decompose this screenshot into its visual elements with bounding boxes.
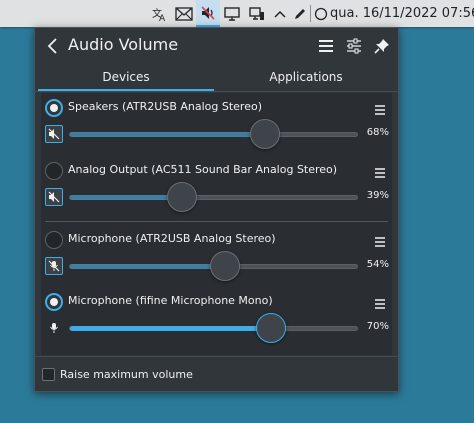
- hamburger-menu-icon[interactable]: [316, 36, 336, 56]
- default-device-radio[interactable]: [45, 162, 63, 180]
- pen-icon[interactable]: [290, 0, 310, 27]
- volume-slider[interactable]: [69, 313, 358, 343]
- device-menu-icon[interactable]: [374, 295, 386, 309]
- mute-button[interactable]: [45, 257, 63, 275]
- device-name: Microphone (ATR2USB Analog Stereo): [68, 232, 276, 245]
- device-row: Analog Output (AC511 Sound Bar Analog St…: [41, 159, 392, 219]
- device-name: Analog Output (AC511 Sound Bar Analog St…: [68, 163, 338, 176]
- default-device-radio[interactable]: [45, 99, 63, 117]
- device-row: Microphone (fifine Microphone Mono) 70%: [41, 290, 392, 350]
- volume-fill: [70, 326, 271, 331]
- back-arrow-icon[interactable]: [43, 36, 63, 56]
- volume-slider-handle[interactable]: [250, 119, 281, 149]
- speaker-muted-icon: [48, 191, 60, 203]
- configure-icon[interactable]: [344, 36, 364, 56]
- display-icon[interactable]: [220, 0, 244, 27]
- volume-slider[interactable]: [69, 119, 358, 149]
- volume-slider[interactable]: [69, 182, 358, 212]
- raise-max-volume-label[interactable]: Raise maximum volume: [60, 368, 193, 381]
- device-row: Speakers (ATR2USB Analog Stereo) 68%: [41, 96, 392, 156]
- raise-max-volume-checkbox[interactable]: [42, 368, 55, 381]
- volume-slider-handle[interactable]: [255, 313, 286, 343]
- microphone-icon: [50, 323, 58, 333]
- volume-slider-handle[interactable]: [166, 182, 197, 212]
- volume-fill: [70, 195, 182, 200]
- mute-button[interactable]: [45, 188, 63, 206]
- speaker-muted-icon[interactable]: [196, 0, 220, 27]
- speaker-muted-icon: [48, 128, 60, 140]
- volume-percent: 39%: [366, 190, 389, 201]
- clock[interactable]: qua. 16/11/2022 07:56: [330, 0, 474, 27]
- section-divider: [45, 221, 388, 222]
- tab-devices[interactable]: Devices: [38, 64, 214, 92]
- mute-button[interactable]: [45, 319, 63, 337]
- device-name: Speakers (ATR2USB Analog Stereo): [68, 100, 263, 113]
- volume-percent: 70%: [366, 321, 389, 332]
- svg-text:A: A: [159, 14, 166, 22]
- volume-slider[interactable]: [69, 251, 358, 281]
- pin-icon[interactable]: [372, 36, 392, 56]
- tray-divider: [310, 5, 311, 22]
- device-list: Speakers (ATR2USB Analog Stereo) 68% Ana…: [41, 93, 392, 355]
- default-device-radio[interactable]: [45, 293, 63, 311]
- device-name: Microphone (fifine Microphone Mono): [68, 294, 273, 307]
- popup-title: Audio Volume: [68, 35, 179, 54]
- default-device-radio[interactable]: [45, 231, 63, 249]
- microphone-muted-icon: [48, 260, 60, 272]
- mail-icon[interactable]: [172, 0, 196, 27]
- volume-percent: 68%: [366, 127, 389, 138]
- top-panel: 文A qua. 16/11/2022 07:56: [0, 0, 474, 27]
- popup-footer: Raise maximum volume: [35, 356, 398, 393]
- volume-percent: 54%: [366, 259, 389, 270]
- network-icon[interactable]: [245, 0, 269, 27]
- tab-applications[interactable]: Applications: [218, 64, 394, 92]
- device-menu-icon[interactable]: [374, 101, 386, 115]
- volume-fill: [70, 264, 225, 269]
- translate-icon[interactable]: 文A: [148, 0, 170, 27]
- chevron-up-icon[interactable]: [270, 0, 290, 27]
- popup-header: Audio Volume: [35, 28, 398, 62]
- volume-slider-handle[interactable]: [209, 251, 240, 281]
- volume-fill: [70, 132, 266, 137]
- audio-volume-popup: Audio Volume Devices Applications Speake…: [34, 27, 399, 392]
- device-row: Microphone (ATR2USB Analog Stereo) 54%: [41, 228, 392, 288]
- device-menu-icon[interactable]: [374, 233, 386, 247]
- mute-button[interactable]: [45, 125, 63, 143]
- device-menu-icon[interactable]: [374, 164, 386, 178]
- tab-divider: [35, 91, 398, 92]
- tab-bar: Devices Applications: [35, 64, 398, 92]
- circle-icon[interactable]: [312, 0, 330, 27]
